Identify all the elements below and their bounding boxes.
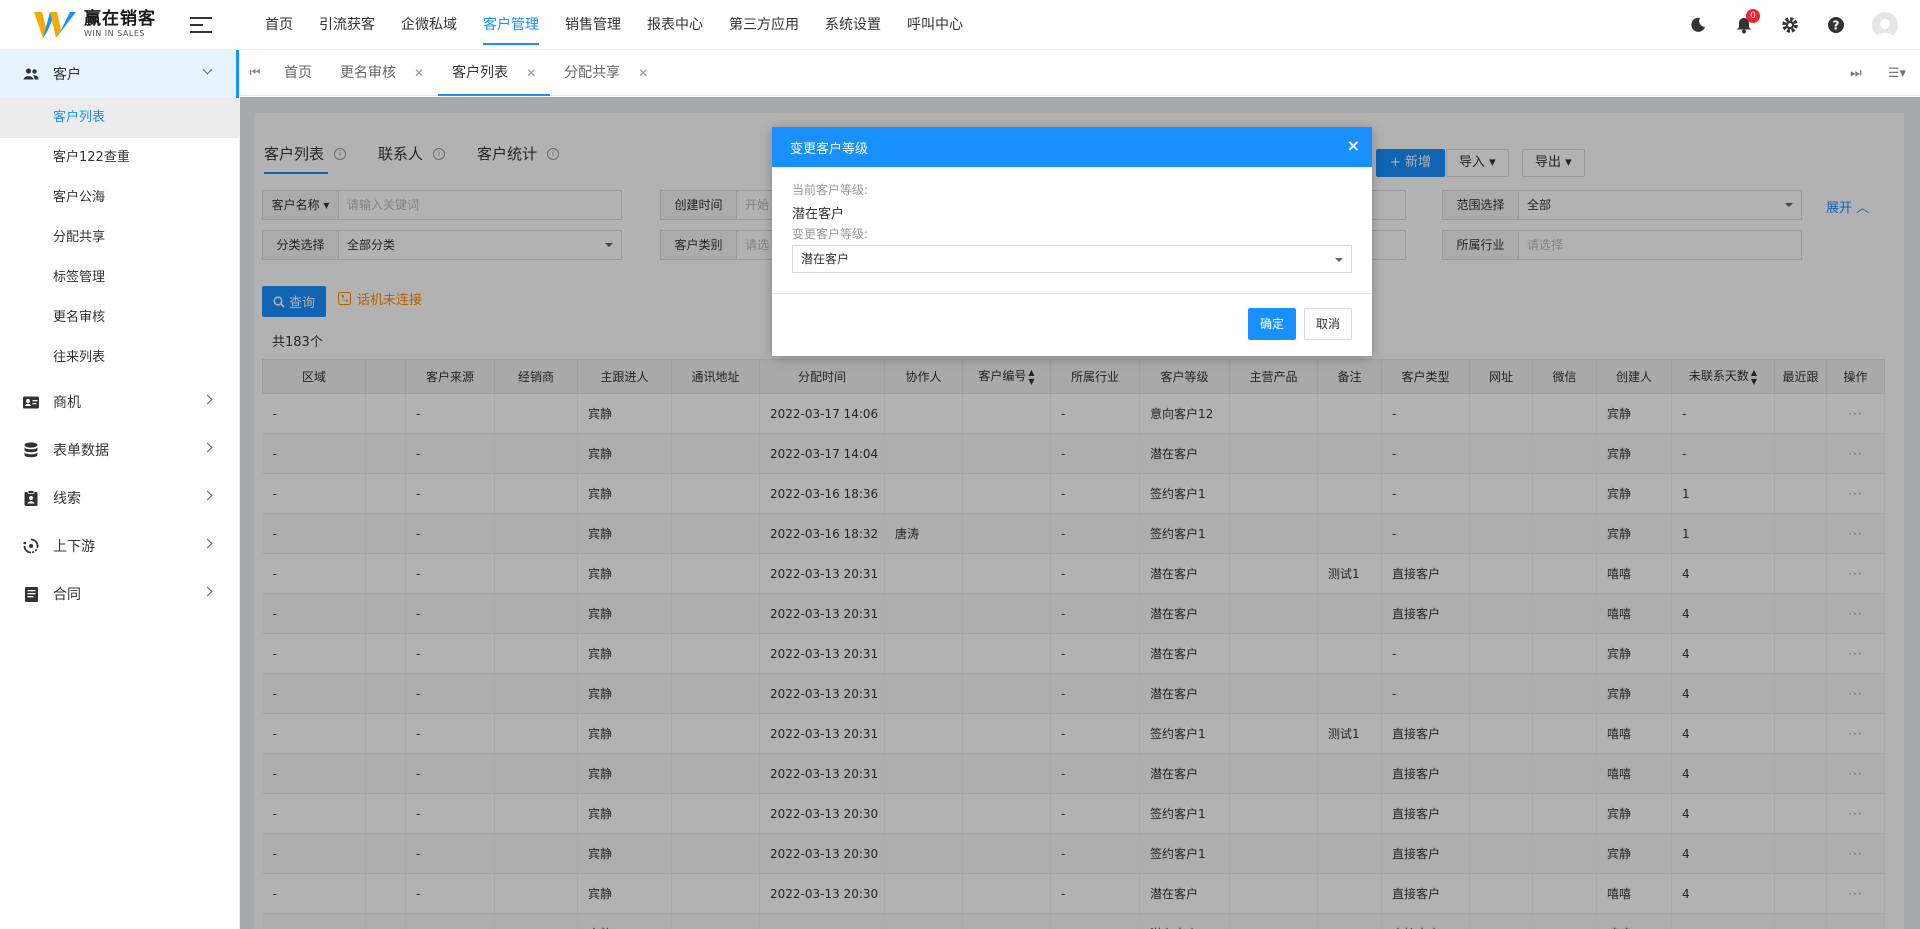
dark-mode-icon[interactable] <box>1688 15 1708 35</box>
top-navigation: 首页 引流获客 企微私域 客户管理 销售管理 报表中心 第三方应用 系统设置 呼叫中心 <box>252 0 976 50</box>
sidebar-item[interactable]: 更名审核 <box>0 298 239 338</box>
cycle-icon <box>22 537 40 555</box>
sidebar-group[interactable]: 商机 <box>0 378 239 426</box>
tab-label: 分配共享 <box>564 64 621 81</box>
chevron-right-icon <box>202 586 213 597</box>
sidebar-group-label: 线索 <box>53 491 81 507</box>
topnav-item[interactable]: 系统设置 <box>812 0 894 50</box>
topnav-item[interactable]: 报表中心 <box>634 0 716 50</box>
chevron-right-icon <box>202 442 213 453</box>
sidebar-item[interactable]: 客户122查重 <box>0 138 239 178</box>
modal-footer: 确定 取消 <box>772 294 1372 356</box>
cancel-button[interactable]: 取消 <box>1304 308 1352 340</box>
top-header: 赢在销客 WIN IN SALES 首页 引流获客 企微私域 客户管理 销售管理 报表中心… <box>0 0 1920 50</box>
tab-item[interactable]: 客户列表 ✕ <box>438 50 551 96</box>
chevron-right-icon <box>202 490 213 501</box>
sidebar-group[interactable]: 合同 <box>0 570 239 618</box>
sidebar-group-label: 上下游 <box>53 539 95 555</box>
tab-scroll-left-icon[interactable]: ⏮ <box>240 65 270 80</box>
settings-gear-icon[interactable] <box>1780 15 1800 35</box>
close-icon[interactable]: ✕ <box>526 50 536 96</box>
sidebar-group[interactable]: 线索 <box>0 474 239 522</box>
close-icon[interactable]: ✕ <box>414 50 424 96</box>
user-avatar[interactable] <box>1872 12 1898 38</box>
sidebar-item[interactable]: 标签管理 <box>0 258 239 298</box>
sidebar-group-label: 合同 <box>53 587 81 603</box>
confirm-button[interactable]: 确定 <box>1248 308 1296 340</box>
tab-item[interactable]: 更名审核 ✕ <box>326 50 438 96</box>
topnav-item[interactable]: 销售管理 <box>552 0 634 50</box>
help-icon[interactable]: ? <box>1826 15 1846 35</box>
tab-strip: ⏮ 首页 更名审核 ✕ 客户列表 ✕ 分配共享 ✕ ⏭ ☰▾ <box>240 50 1920 96</box>
tab-item[interactable]: 首页 <box>270 50 326 96</box>
topnav-item[interactable]: 首页 <box>252 0 306 50</box>
tab-scroll-right-icon[interactable]: ⏭ <box>1850 66 1862 81</box>
topnav-item[interactable]: 第三方应用 <box>716 0 812 50</box>
sidebar-group-label: 商机 <box>53 395 81 411</box>
current-level-value: 潜在客户 <box>792 207 845 222</box>
id-card-icon <box>22 393 40 411</box>
tab-label: 更名审核 <box>340 64 396 81</box>
sidebar-item[interactable]: 客户公海 <box>0 178 239 218</box>
notification-bell-icon[interactable]: 0 <box>1734 9 1760 35</box>
sidebar-item[interactable]: 客户列表 <box>0 98 239 138</box>
clipboard-icon <box>22 489 40 507</box>
chevron-down-icon <box>202 64 213 75</box>
modal-title: 变更客户等级 <box>790 141 869 157</box>
modal-body: 当前客户等级: 潜在客户 变更客户等级: 潜在客户 <box>772 167 1372 294</box>
sidebar-item[interactable]: 分配共享 <box>0 218 239 258</box>
notification-badge: 0 <box>1746 9 1760 23</box>
change-level-modal: 变更客户等级 × 当前客户等级: 潜在客户 变更客户等级: 潜在客户 确定 取消 <box>772 127 1372 356</box>
brand-name: 赢在销客 <box>84 9 156 29</box>
logo-mark-icon <box>34 10 78 40</box>
close-icon[interactable]: ✕ <box>638 50 648 96</box>
tab-item[interactable]: 分配共享 ✕ <box>550 50 662 96</box>
level-select[interactable]: 潜在客户 <box>792 245 1352 273</box>
sidebar-item[interactable]: 往来列表 <box>0 338 239 378</box>
sidebar-group[interactable]: 上下游 <box>0 522 239 570</box>
close-icon[interactable]: × <box>1347 138 1360 154</box>
modal-header: 变更客户等级 × <box>772 127 1372 167</box>
topnav-item[interactable]: 企微私域 <box>388 0 470 50</box>
chevron-right-icon <box>202 394 213 405</box>
sidebar-group[interactable]: 表单数据 <box>0 426 239 474</box>
document-icon <box>22 585 40 603</box>
users-icon <box>22 65 40 83</box>
menu-toggle-icon[interactable] <box>190 16 212 33</box>
sidebar: 客户客户列表 客户122查重 客户公海 分配共享 标签管理 更名审核 往来列表商机表单数据线… <box>0 50 240 929</box>
tab-label: 客户列表 <box>452 64 509 81</box>
topnav-item[interactable]: 呼叫中心 <box>894 0 976 50</box>
sidebar-group-label: 客户 <box>53 67 81 83</box>
tab-menu-icon[interactable]: ☰▾ <box>1888 66 1906 81</box>
sidebar-group[interactable]: 客户 <box>0 50 239 98</box>
topnav-item[interactable]: 客户管理 <box>470 0 552 50</box>
database-icon <box>22 441 40 459</box>
topnav-item[interactable]: 引流获客 <box>306 0 388 50</box>
sidebar-group-label: 表单数据 <box>53 443 109 459</box>
svg-text:?: ? <box>1833 19 1840 33</box>
current-level-label: 当前客户等级: <box>792 183 869 197</box>
chevron-right-icon <box>202 538 213 549</box>
tab-label: 首页 <box>284 64 312 81</box>
change-level-label: 变更客户等级: <box>792 227 869 241</box>
brand-tagline: WIN IN SALES <box>84 29 145 38</box>
level-select-value: 潜在客户 <box>801 252 850 266</box>
chevron-down-icon <box>1335 258 1343 262</box>
